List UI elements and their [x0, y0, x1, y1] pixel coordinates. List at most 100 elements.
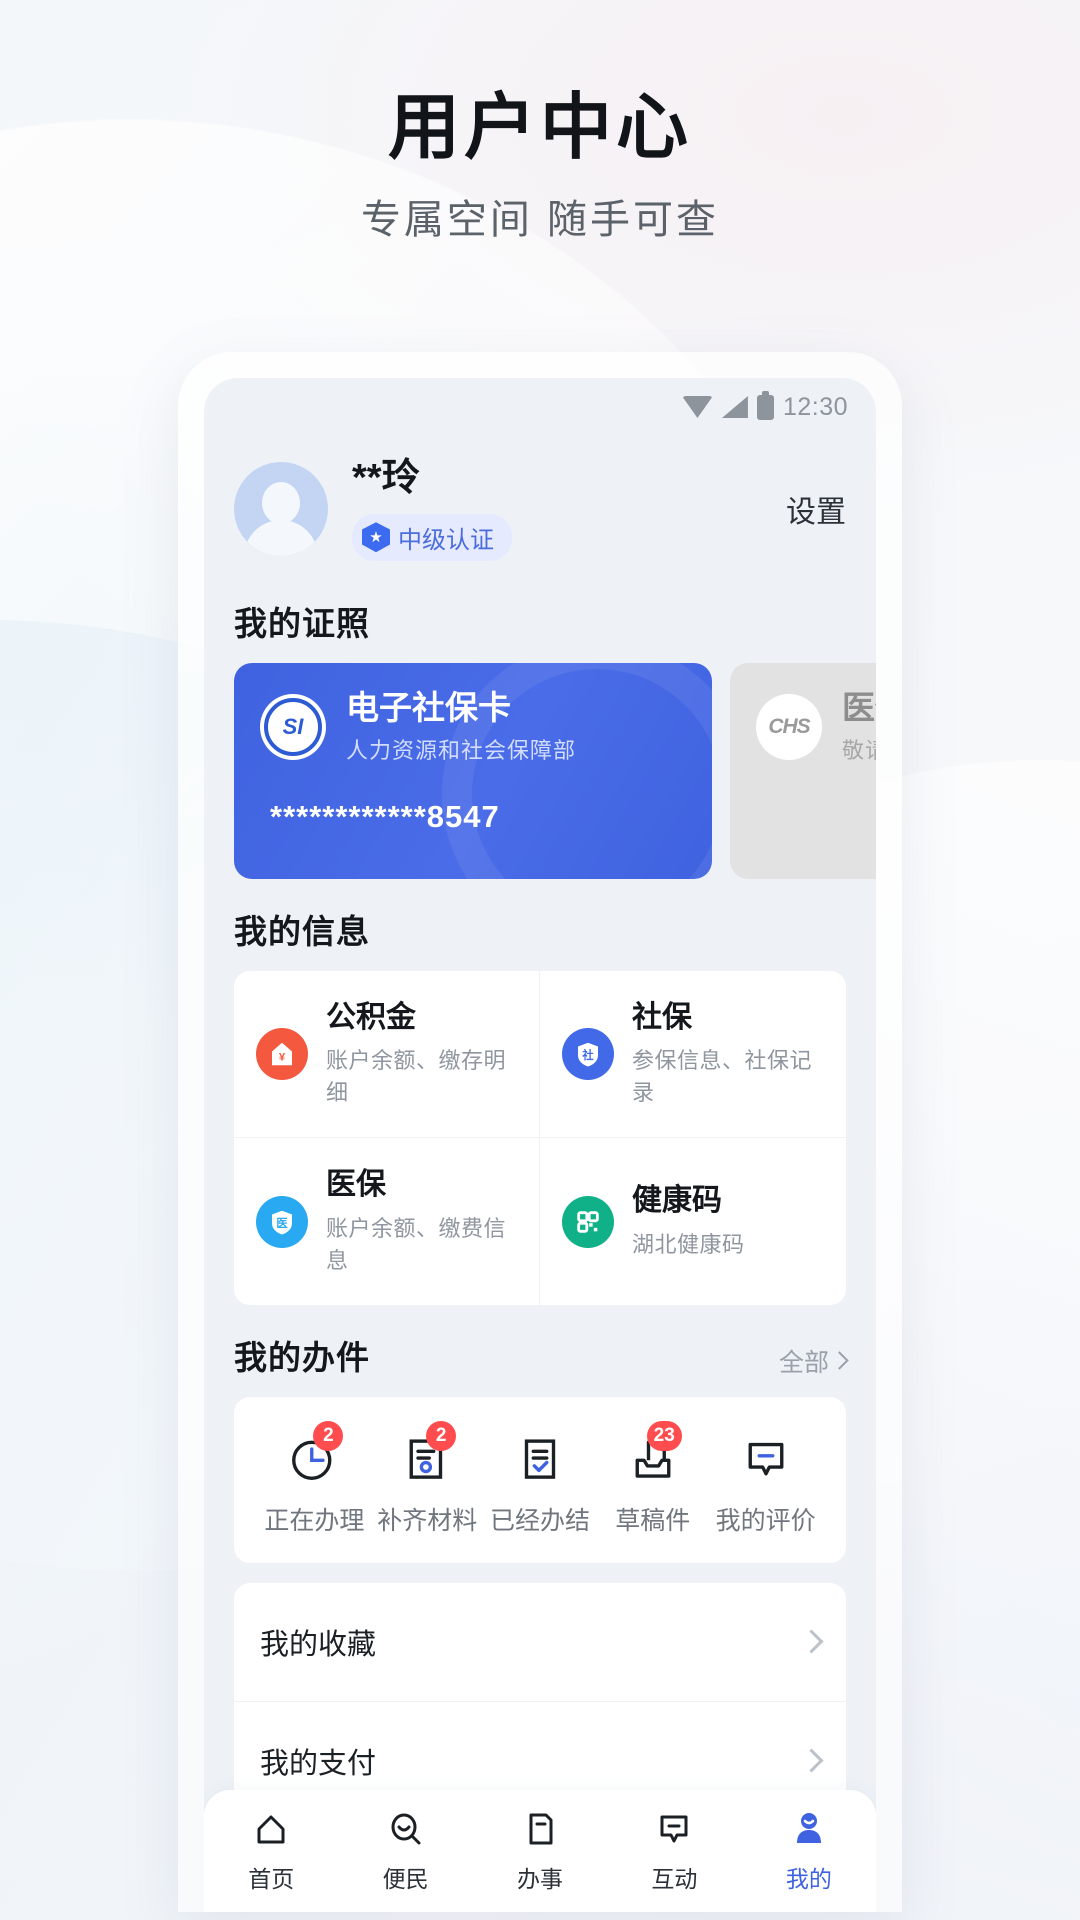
info-item-title-3: 医保: [326, 1168, 386, 1202]
shield-star-icon: ★: [362, 522, 390, 553]
qr-code-icon: [562, 1195, 614, 1248]
info-item-health-code[interactable]: 健康码 湖北健康码: [540, 1138, 846, 1305]
info-item-desc: 账户余额、缴存明细: [326, 1048, 507, 1106]
svg-text:¥: ¥: [279, 1051, 286, 1063]
tab-services[interactable]: 便民: [338, 1809, 472, 1894]
phone-mockup: 12:30 **玲 ★ 中级认证 设置 我的证照 SI 电子社保卡 人力资源和社…: [178, 352, 902, 1912]
orders-panel: 2 正在办理 2 补齐材料 已经办结 23 草稿件 我的评价: [234, 1396, 846, 1563]
avatar[interactable]: [234, 462, 328, 557]
tab-home[interactable]: 首页: [204, 1809, 338, 1894]
signal-icon: [721, 396, 748, 418]
info-item-text-3: 医保 账户余额、缴费信息: [326, 1168, 517, 1275]
info-title: 我的信息: [234, 912, 370, 950]
avatar-head: [262, 482, 300, 525]
tab-mine[interactable]: 我的: [742, 1809, 876, 1894]
tab-label-mine: 我的: [785, 1865, 832, 1892]
order-badge-3: 23: [646, 1420, 682, 1451]
page-title: 用户中心: [387, 88, 692, 168]
document-edit-icon: 2: [400, 1420, 457, 1485]
bottom-tab-bar: 首页 便民 办事 互动 我的: [204, 1790, 876, 1912]
tab-affairs[interactable]: 办事: [473, 1809, 607, 1894]
info-item-title-4: 健康码: [632, 1184, 722, 1218]
status-time: 12:30: [782, 392, 848, 421]
list-item-label-2: 我的支付: [260, 1747, 377, 1780]
info-item-text: 公积金 账户余额、缴存明细: [326, 1001, 517, 1108]
profile-meta: **玲 ★ 中级认证: [352, 457, 786, 561]
info-item-desc-3: 账户余额、缴费信息: [326, 1215, 507, 1273]
draft-inbox-icon: 23: [626, 1420, 682, 1485]
orders-row: 2 正在办理 2 补齐材料 已经办结 23 草稿件 我的评价: [234, 1397, 846, 1563]
order-item-in-progress[interactable]: 2 正在办理: [258, 1420, 371, 1537]
credential-org: 人力资源和社会保障部: [346, 737, 577, 763]
home-icon: [251, 1809, 291, 1849]
tab-interaction[interactable]: 互动: [607, 1809, 741, 1894]
order-item-completed[interactable]: 已经办结: [484, 1431, 597, 1537]
tab-label-home: 首页: [248, 1865, 295, 1892]
list-item-favorites[interactable]: 我的收藏: [234, 1583, 846, 1702]
tab-label-affairs: 办事: [517, 1865, 564, 1892]
page-subtitle: 专属空间 随手可查: [360, 198, 720, 242]
shield-yi-icon: 医: [256, 1195, 308, 1248]
clock-icon: 2: [287, 1420, 344, 1485]
order-label-3: 已经办结: [489, 1506, 590, 1535]
order-badge: 2: [313, 1420, 344, 1451]
credentials-carousel[interactable]: SI 电子社保卡 人力资源和社会保障部 ************8547 CHS…: [204, 662, 876, 879]
credential-number: ************8547: [270, 798, 500, 834]
order-item-reviews[interactable]: 我的评价: [709, 1431, 822, 1537]
info-section-header: 我的信息: [204, 879, 876, 971]
info-item-text-4: 健康码 湖北健康码: [632, 1184, 745, 1259]
order-label-4: 草稿件: [615, 1506, 691, 1535]
info-item-text-2: 社保 参保信息、社保记录: [632, 1001, 824, 1108]
chevron-right-icon-payments: [799, 1748, 824, 1773]
quick-links-list: 我的收藏 我的支付: [234, 1582, 846, 1820]
document-check-icon: [513, 1431, 567, 1485]
order-item-supplement[interactable]: 2 补齐材料: [371, 1420, 484, 1537]
hero-block: 用户中心 专属空间 随手可查: [0, 92, 1080, 240]
credential-card-top: SI 电子社保卡 人力资源和社会保障部: [234, 663, 712, 765]
credential-card-top-2: CHS 医保 敬请: [730, 663, 876, 765]
svg-text:社: 社: [581, 1048, 594, 1062]
wifi-icon: [682, 396, 713, 418]
user-icon: [789, 1809, 829, 1849]
info-item-medical[interactable]: 医 医保 账户余额、缴费信息: [234, 1138, 540, 1305]
orders-title: 我的办件: [234, 1338, 370, 1376]
orders-section-header: 我的办件 全部: [204, 1305, 876, 1397]
phone-screen: 12:30 **玲 ★ 中级认证 设置 我的证照 SI 电子社保卡 人力资源和社…: [204, 378, 876, 1912]
settings-button[interactable]: 设置: [786, 487, 846, 531]
search-smile-icon: [386, 1809, 426, 1849]
chs-logo-icon: CHS: [756, 693, 822, 760]
comment-icon: [739, 1431, 793, 1485]
star-glyph: ★: [369, 528, 383, 546]
verification-label: 中级认证: [398, 526, 494, 554]
credential-org-2: 敬请: [842, 737, 876, 763]
info-item-social-security[interactable]: 社 社保 参保信息、社保记录: [540, 971, 846, 1139]
si-logo-text: SI: [264, 697, 322, 756]
info-item-fund[interactable]: ¥ 公积金 账户余额、缴存明细: [234, 970, 540, 1139]
chevron-right-icon: [830, 1351, 849, 1370]
orders-view-all-link[interactable]: 全部: [778, 1343, 849, 1379]
tab-label-services: 便民: [382, 1865, 429, 1892]
info-item-title: 公积金: [326, 1000, 416, 1034]
credential-card-medical[interactable]: CHS 医保 敬请: [730, 662, 876, 879]
avatar-body: [244, 520, 318, 557]
file-icon: [520, 1809, 560, 1849]
order-label-5: 我的评价: [715, 1506, 816, 1535]
chevron-right-icon-favorites: [799, 1629, 824, 1654]
verification-badge[interactable]: ★ 中级认证: [352, 513, 512, 561]
orders-view-all-label: 全部: [778, 1348, 829, 1377]
info-panel: ¥ 公积金 账户余额、缴存明细 社 社保 参保信息、社保记录 医 医保 账户余额…: [234, 970, 846, 1305]
battery-icon: [756, 390, 774, 420]
list-item-label: 我的收藏: [260, 1628, 377, 1661]
credentials-section-header: 我的证照: [204, 571, 876, 663]
tab-label-interaction: 互动: [651, 1865, 698, 1892]
order-badge-2: 2: [426, 1420, 457, 1451]
si-logo-icon: SI: [260, 693, 326, 760]
credential-text-block: 电子社保卡 人力资源和社会保障部: [346, 689, 576, 765]
credential-name-2: 医保: [842, 688, 876, 726]
credential-card-social-security[interactable]: SI 电子社保卡 人力资源和社会保障部 ************8547: [234, 662, 712, 879]
svg-text:医: 医: [276, 1217, 287, 1230]
order-label-2: 补齐材料: [377, 1506, 478, 1535]
credential-text-block-2: 医保 敬请: [842, 689, 876, 765]
credential-name: 电子社保卡: [346, 688, 511, 726]
order-item-draft[interactable]: 23 草稿件: [596, 1420, 709, 1537]
